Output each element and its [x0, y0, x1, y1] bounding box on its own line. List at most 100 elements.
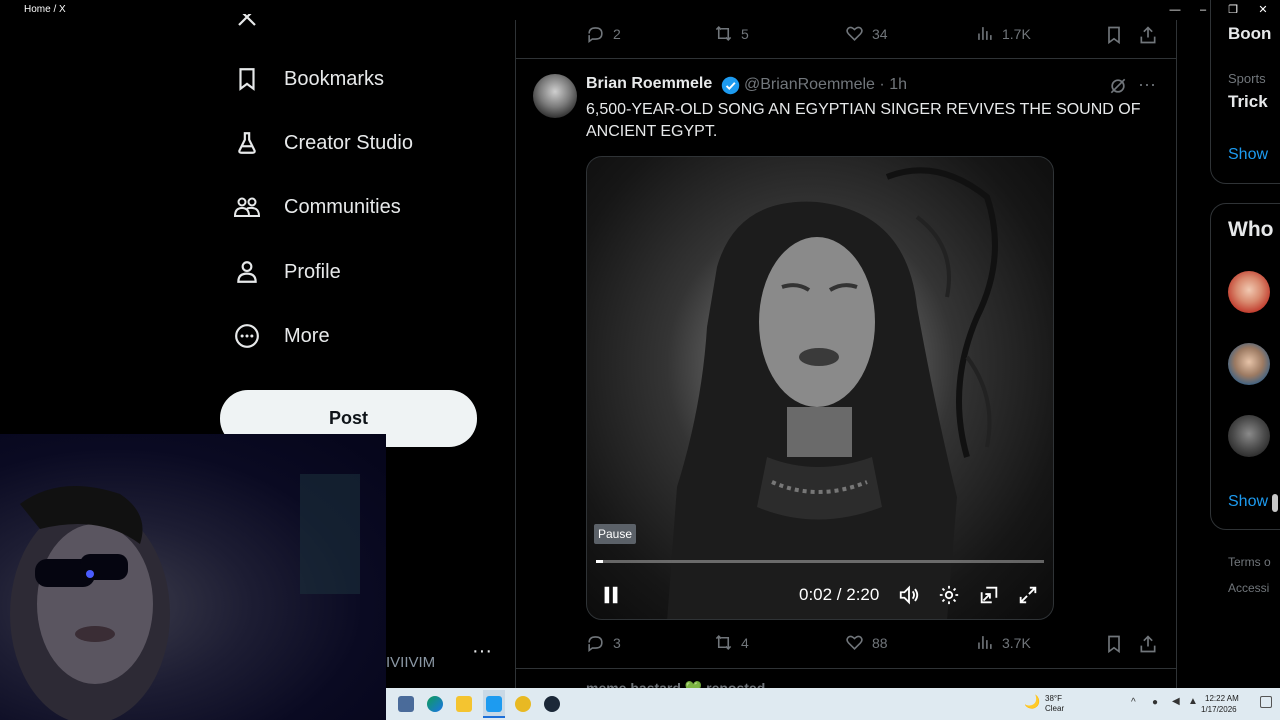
tweet-divider	[516, 58, 1176, 59]
share-icon[interactable]	[1138, 634, 1158, 654]
video-progress-fill	[596, 560, 603, 563]
weather-temp[interactable]: 38°F	[1045, 694, 1062, 703]
window-title: Home / X	[24, 4, 66, 15]
repost-button[interactable]: 4	[714, 633, 749, 652]
views-icon	[978, 27, 992, 40]
volume-icon[interactable]	[898, 584, 920, 606]
nav-item-communities[interactable]: Communities	[232, 185, 401, 229]
heart-icon	[846, 26, 863, 41]
reply-icon	[588, 27, 603, 43]
view-count: 1.7K	[1002, 25, 1031, 42]
repost-line[interactable]: meme bastard 💚 reposted	[586, 678, 765, 688]
chevron-up-icon[interactable]: ^	[1131, 697, 1136, 708]
video-player[interactable]	[586, 156, 1054, 620]
footer-terms-link[interactable]: Terms o	[1228, 555, 1271, 569]
reply-count: 3	[613, 634, 621, 651]
view-count: 3.7K	[1002, 634, 1031, 651]
nav-item-label: Bookmarks	[284, 67, 385, 90]
who-to-follow-title: Who	[1228, 218, 1274, 241]
heart-icon	[846, 635, 863, 650]
tweet-text: 6,500-YEAR-OLD SONG AN EGYPTIAN SINGER R…	[586, 101, 1141, 140]
person-icon	[232, 257, 262, 287]
meta-separator: ·	[879, 76, 885, 93]
speaker-icon[interactable]: ▲	[1188, 696, 1198, 707]
fullscreen-icon[interactable]	[1017, 584, 1039, 606]
microphone-icon[interactable]: ●	[1152, 697, 1158, 708]
settings-gear-icon[interactable]	[938, 584, 960, 606]
x-logo-icon[interactable]	[236, 14, 258, 28]
show-more-link[interactable]: Show	[1228, 146, 1268, 164]
notification-icon[interactable]	[1260, 696, 1272, 708]
nav-item-more[interactable]: More	[232, 314, 330, 358]
trend-category: Sports	[1228, 71, 1266, 86]
reply-button[interactable]: 3	[586, 633, 621, 652]
twitter-app-icon[interactable]	[486, 696, 502, 712]
webcam-overlay	[0, 434, 386, 720]
trend-title[interactable]: Boon	[1228, 24, 1271, 44]
bookmark-icon[interactable]	[1104, 25, 1124, 45]
nav-item-creator-studio[interactable]: Creator Studio	[232, 121, 413, 165]
nav-item-label: More	[284, 324, 330, 347]
grok-icon[interactable]	[1108, 76, 1128, 96]
like-button[interactable]: 88	[845, 633, 888, 652]
puzzle-app-icon[interactable]	[515, 696, 531, 712]
avatar[interactable]	[1228, 415, 1270, 457]
verified-badge-icon	[721, 76, 740, 95]
bookmark-icon	[232, 64, 262, 94]
footer-accessibility-link[interactable]: Accessi	[1228, 581, 1269, 595]
more-options-icon[interactable]: ···	[1138, 74, 1156, 95]
repost-count: 4	[741, 634, 749, 651]
author-name[interactable]: Brian Roemmele	[586, 75, 712, 93]
clock-date[interactable]: 1/17/2026	[1201, 705, 1237, 714]
tweet-time[interactable]: 1h	[889, 76, 907, 93]
file-explorer-icon[interactable]	[456, 696, 472, 712]
flask-icon	[232, 128, 262, 158]
window-minimize-button[interactable]: —	[1164, 2, 1186, 18]
trend-name[interactable]: Trick	[1228, 92, 1268, 112]
calculator-icon[interactable]	[398, 696, 414, 712]
window-titlebar	[0, 0, 1280, 20]
communities-icon	[232, 192, 262, 222]
share-icon[interactable]	[1138, 25, 1158, 45]
avatar[interactable]	[1228, 343, 1270, 385]
views-button[interactable]: 1.7K	[975, 24, 1031, 43]
views-icon	[978, 636, 992, 649]
like-count: 34	[872, 25, 888, 42]
nav-item-profile[interactable]: Profile	[232, 250, 341, 294]
like-button[interactable]: 34	[845, 24, 888, 43]
repost-icon	[715, 635, 732, 650]
tweet-divider	[516, 668, 1176, 669]
author-handle[interactable]: @BrianRoemmele	[744, 76, 875, 93]
moon-weather-icon: 🌙	[1024, 694, 1041, 709]
bookmark-icon[interactable]	[1104, 634, 1124, 654]
repost-count: 5	[741, 25, 749, 42]
nav-item-label: Communities	[284, 195, 401, 218]
reply-icon	[588, 636, 603, 652]
nav-item-bookmarks[interactable]: Bookmarks	[232, 57, 384, 101]
avatar[interactable]	[1228, 271, 1270, 313]
account-handle[interactable]: IVIIVIM	[386, 654, 435, 671]
repost-button[interactable]: 5	[714, 24, 749, 43]
scrollbar-thumb[interactable]	[1272, 494, 1278, 512]
edge-browser-icon[interactable]	[427, 696, 443, 712]
steam-icon[interactable]	[544, 696, 560, 712]
reply-count: 2	[613, 25, 621, 42]
more-circle-icon	[232, 321, 262, 351]
repost-icon	[715, 26, 732, 41]
video-progress-bar[interactable]	[596, 560, 1044, 563]
show-more-link[interactable]: Show	[1228, 493, 1268, 511]
nav-item-label: Creator Studio	[284, 131, 413, 154]
picture-in-picture-icon[interactable]	[978, 584, 1000, 606]
wifi-icon[interactable]: ◀	[1172, 696, 1180, 707]
account-more-icon[interactable]: ···	[472, 640, 492, 663]
reply-button[interactable]: 2	[586, 24, 621, 43]
weather-condition[interactable]: Clear	[1045, 704, 1064, 713]
views-button[interactable]: 3.7K	[975, 633, 1031, 652]
like-count: 88	[872, 634, 888, 651]
pause-icon[interactable]	[600, 584, 622, 606]
nav-item-label: Profile	[284, 260, 341, 283]
pause-tooltip: Pause	[594, 524, 637, 544]
clock-time[interactable]: 12:22 AM	[1205, 694, 1239, 703]
avatar[interactable]	[533, 74, 577, 118]
video-time: 0:02 / 2:20	[799, 585, 880, 604]
